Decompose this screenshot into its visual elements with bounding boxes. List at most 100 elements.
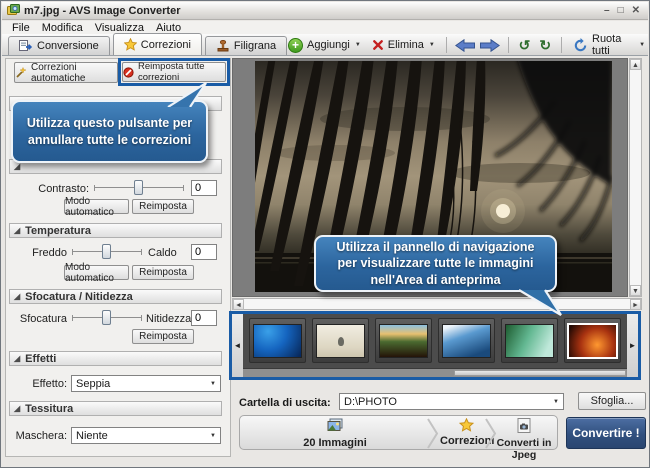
blur-reset-button[interactable]: Reimposta <box>132 329 194 344</box>
tab-toolbar-strip: Conversione Correzioni Filigrana + Aggiu… <box>2 34 648 56</box>
convert-button[interactable]: Convertire ! <box>566 417 646 449</box>
chevron-down-icon: ▼ <box>552 399 559 405</box>
contrast-slider[interactable] <box>94 180 184 195</box>
section-label: Sfocatura / Nitidezza <box>25 291 133 303</box>
contrast-value-input[interactable] <box>191 180 217 196</box>
scroll-up-icon[interactable]: ▲ <box>630 59 641 70</box>
preview-vertical-scrollbar[interactable]: ▲ ▼ <box>629 58 642 297</box>
cancel-icon <box>123 67 134 78</box>
maximize-button[interactable]: □ <box>618 5 624 17</box>
thumbnails-scrollbar[interactable] <box>243 368 627 377</box>
delete-icon <box>372 39 384 51</box>
section-header-tessitura[interactable]: ◢ Tessitura <box>9 401 222 416</box>
scroll-down-icon[interactable]: ▼ <box>630 285 641 296</box>
thumbnail-6-selected[interactable] <box>564 318 621 363</box>
next-image-button[interactable] <box>480 39 500 52</box>
contrast-reset-button[interactable]: Reimposta <box>132 199 194 214</box>
reset-label: Reimposta <box>139 267 187 278</box>
auto-mode-label: Modo automatico <box>65 262 128 284</box>
workflow-bar: 20 Immagini Correzioni Converti in Jpeg <box>239 415 558 450</box>
jpeg-file-icon <box>517 418 531 434</box>
slider-thumb[interactable] <box>102 244 111 259</box>
menu-aiuto[interactable]: Aiuto <box>150 22 187 34</box>
scrollbar-thumb[interactable] <box>454 370 626 376</box>
thumbnails-scroll-left[interactable]: ◄ <box>232 314 243 377</box>
images-count-label: 20 Immagini <box>260 437 410 449</box>
auto-corrections-label: Correzioni automatiche <box>31 62 117 84</box>
preview-horizontal-scrollbar[interactable]: ◄ ► <box>232 298 642 310</box>
temperature-auto-button[interactable]: Modo automatico <box>64 265 129 280</box>
reset-label: Reimposta <box>139 331 187 342</box>
sharpen-label: Nitidezza <box>146 313 191 325</box>
rotate-all-icon <box>573 38 588 53</box>
collapse-icon: ◢ <box>14 355 20 363</box>
browse-button[interactable]: Sfoglia... <box>578 392 646 410</box>
contrast-auto-button[interactable]: Modo automatico <box>64 199 129 214</box>
toolbar-separator <box>446 37 447 53</box>
title-bar: m7.jpg - AVS Image Converter – □ ✕ <box>2 2 648 20</box>
workflow-step-images: 20 Immagini <box>260 418 410 449</box>
temperature-slider[interactable] <box>72 244 142 259</box>
callout-tail <box>164 81 210 107</box>
rotate-all-button[interactable]: Ruota tutti ▼ <box>570 32 648 58</box>
tab-label: Correzioni <box>141 39 191 51</box>
thumbnails-strip <box>243 314 627 377</box>
convert-button-label: Convertire ! <box>572 426 639 440</box>
close-button[interactable]: ✕ <box>632 5 640 17</box>
minimize-button[interactable]: – <box>604 5 610 17</box>
star-icon <box>459 418 474 432</box>
warm-label: Caldo <box>148 247 177 259</box>
mask-select[interactable]: Niente ▼ <box>71 427 221 444</box>
thumbnail-4[interactable] <box>438 318 495 363</box>
magic-wand-icon <box>15 67 27 79</box>
menu-visualizza[interactable]: Visualizza <box>89 22 150 34</box>
blur-value-input[interactable] <box>191 310 217 326</box>
temperature-reset-button[interactable]: Reimposta <box>132 265 194 280</box>
temperature-value-input[interactable] <box>191 244 217 260</box>
collapse-icon: ◢ <box>14 405 20 413</box>
thumbnail-1[interactable] <box>249 318 306 363</box>
navigation-panel: ◄ ► <box>229 311 641 380</box>
scroll-left-icon[interactable]: ◄ <box>233 299 244 310</box>
menu-file[interactable]: File <box>6 22 36 34</box>
stamp-icon <box>216 40 230 52</box>
tab-conversione[interactable]: Conversione <box>8 36 110 55</box>
tab-correzioni[interactable]: Correzioni <box>113 33 202 55</box>
thumbnail-3[interactable] <box>375 318 432 363</box>
thumbnail-image <box>567 323 618 359</box>
mask-value: Niente <box>76 430 108 442</box>
thumbnail-2[interactable] <box>312 318 369 363</box>
blur-slider[interactable] <box>72 310 142 325</box>
thumbnails-scroll-right[interactable]: ► <box>627 314 638 377</box>
rotate-right-button[interactable]: ↻ <box>537 37 553 54</box>
tab-label: Filigrana <box>234 40 276 52</box>
section-header-sfocatura[interactable]: ◢ Sfocatura / Nitidezza <box>9 289 222 304</box>
output-folder-combo[interactable]: D:\PHOTO ▼ <box>339 393 564 410</box>
reset-label: Reimposta <box>139 201 187 212</box>
effect-select[interactable]: Seppia ▼ <box>71 375 221 392</box>
slider-thumb[interactable] <box>102 310 111 325</box>
auto-corrections-button[interactable]: Correzioni automatiche <box>14 62 118 83</box>
thumbnail-image <box>442 324 491 358</box>
menu-modifica[interactable]: Modifica <box>36 22 89 34</box>
add-button[interactable]: + Aggiungi ▼ <box>285 37 364 54</box>
section-header-effetti[interactable]: ◢ Effetti <box>9 351 222 366</box>
window-title: m7.jpg - AVS Image Converter <box>24 5 180 17</box>
tab-label: Conversione <box>37 40 99 52</box>
toolbar-separator <box>508 37 509 53</box>
delete-button[interactable]: Elimina ▼ <box>369 38 438 52</box>
scroll-right-icon[interactable]: ► <box>630 299 641 310</box>
blur-label: Sfocatura <box>15 313 67 325</box>
previous-image-button[interactable] <box>455 39 475 52</box>
chevron-down-icon: ▼ <box>209 433 216 439</box>
thumbnail-5[interactable] <box>501 318 558 363</box>
thumbnail-image <box>379 324 428 358</box>
toolbar: + Aggiungi ▼ Elimina ▼ ↺ ↻ <box>285 34 648 56</box>
slider-thumb[interactable] <box>134 180 143 195</box>
section-header-temperatura[interactable]: ◢ Temperatura <box>9 223 222 238</box>
mask-label: Maschera: <box>13 430 67 442</box>
reset-all-corrections-button[interactable]: Reimposta tutte correzioni <box>122 62 226 82</box>
add-icon: + <box>288 38 303 53</box>
rotate-left-button[interactable]: ↺ <box>517 37 533 54</box>
tab-filigrana[interactable]: Filigrana <box>205 36 287 55</box>
